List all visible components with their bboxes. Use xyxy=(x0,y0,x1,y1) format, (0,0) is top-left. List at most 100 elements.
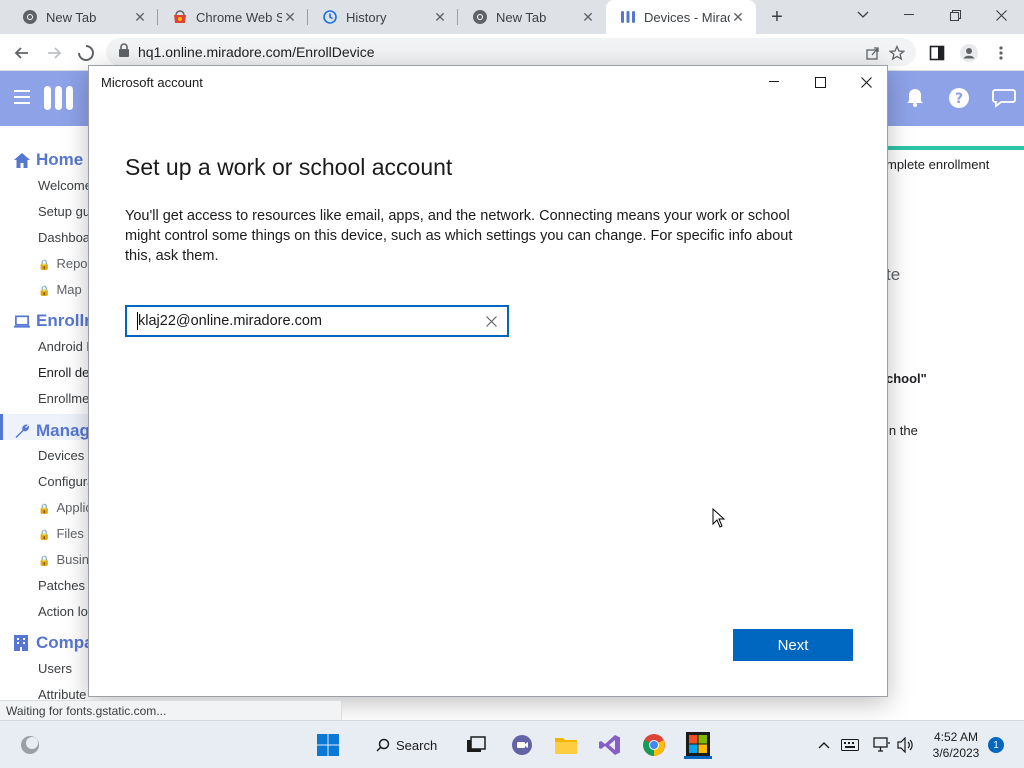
close-icon[interactable] xyxy=(843,66,889,98)
browser-tab[interactable]: Chrome Web St ✕ xyxy=(158,0,308,34)
microsoft-store-icon[interactable] xyxy=(684,731,712,759)
lock-icon[interactable] xyxy=(118,42,130,62)
search-icon xyxy=(376,738,390,752)
clear-text-icon[interactable] xyxy=(483,313,499,329)
email-field[interactable] xyxy=(125,305,509,337)
new-tab-button[interactable]: + xyxy=(764,5,790,29)
browser-tab-strip: New Tab ✕ Chrome Web St ✕ History ✕ New … xyxy=(0,0,1024,34)
sidebar-section-management[interactable]: Manag xyxy=(14,421,90,441)
taskbar-search[interactable]: Search xyxy=(366,731,442,759)
minimize-icon[interactable] xyxy=(751,66,797,98)
loading-spinner-icon[interactable] xyxy=(72,39,100,67)
history-icon xyxy=(322,9,338,25)
minimize-icon[interactable] xyxy=(886,0,932,30)
building-icon xyxy=(14,635,30,651)
microsoft-account-dialog: Microsoft account Set up a work or schoo… xyxy=(88,65,888,697)
kebab-menu-icon[interactable] xyxy=(990,42,1012,64)
share-icon[interactable] xyxy=(862,42,884,64)
chrome-taskbar-icon[interactable] xyxy=(640,731,668,759)
close-icon[interactable]: ✕ xyxy=(432,9,448,25)
email-input[interactable] xyxy=(138,313,468,329)
sidebar-item-welcome[interactable]: Welcome xyxy=(38,178,92,193)
hamburger-menu-icon[interactable] xyxy=(14,90,30,109)
sidebar-section-home[interactable]: Home xyxy=(14,150,83,170)
browser-tab-active[interactable]: Devices - Mirad ✕ xyxy=(606,0,756,34)
dialog-heading: Set up a work or school account xyxy=(125,154,453,180)
sidebar-item-reports[interactable]: Repor xyxy=(38,256,91,271)
close-icon[interactable]: ✕ xyxy=(580,9,596,25)
sidebar-item-users[interactable]: Users xyxy=(38,661,72,676)
clock-date: 3/6/2023 xyxy=(932,746,980,760)
sidebar-item-setup-guide[interactable]: Setup gu xyxy=(38,204,90,219)
teams-chat-icon[interactable] xyxy=(508,731,536,759)
chrome-icon xyxy=(472,9,488,25)
miradore-logo-icon xyxy=(44,86,74,115)
sidebar-item-dashboard[interactable]: Dashboa xyxy=(38,230,90,245)
sidebar-item-android-enterprise[interactable]: Android E xyxy=(38,339,95,354)
restore-icon[interactable] xyxy=(932,0,978,30)
sidebar-item-configuration[interactable]: Configura xyxy=(38,474,94,489)
clock-time: 4:52 AM xyxy=(933,730,979,744)
laptop-icon xyxy=(14,314,30,328)
task-view-icon[interactable] xyxy=(462,731,490,759)
notification-badge[interactable]: 1 xyxy=(988,737,1004,753)
network-icon[interactable] xyxy=(872,735,892,755)
home-icon xyxy=(14,152,30,168)
sidebar-item-applications[interactable]: Applic xyxy=(38,500,91,515)
content-text: in the xyxy=(886,423,918,438)
tab-title: New Tab xyxy=(46,9,97,25)
sidebar-item-business-policies[interactable]: Busin xyxy=(38,552,89,567)
windows-start-icon[interactable] xyxy=(314,731,342,759)
next-button[interactable]: Next xyxy=(733,629,853,661)
content-text: chool" xyxy=(886,371,927,386)
bookmark-star-icon[interactable] xyxy=(886,42,908,64)
sidebar-item-map[interactable]: Map xyxy=(38,282,81,297)
back-arrow-icon[interactable] xyxy=(8,39,36,67)
url-text[interactable]: hq1.online.miradore.com/EnrollDevice xyxy=(138,44,375,60)
sidebar: Home Welcome Setup gu Dashboa Repor Map … xyxy=(0,126,99,704)
volume-icon[interactable] xyxy=(896,735,916,755)
sidebar-item-patches[interactable]: Patches xyxy=(38,578,85,593)
forward-arrow-icon[interactable] xyxy=(40,39,68,67)
sidebar-item-files[interactable]: Files a xyxy=(38,526,94,541)
side-panel-icon[interactable] xyxy=(926,42,948,64)
dialog-title: Microsoft account xyxy=(101,74,203,90)
maximize-icon[interactable] xyxy=(797,66,843,98)
sidebar-item-action-log[interactable]: Action lo xyxy=(38,604,88,619)
weather-icon[interactable] xyxy=(16,731,44,759)
taskbar-clock[interactable]: 4:52 AM 3/6/2023 xyxy=(926,729,986,761)
visual-studio-icon[interactable] xyxy=(596,731,624,759)
profile-avatar-icon[interactable] xyxy=(958,42,980,64)
search-label: Search xyxy=(396,737,438,753)
page-content-fragment: mplete enrollment te chool" in the xyxy=(886,71,1024,704)
browser-tab[interactable]: New Tab ✕ xyxy=(8,0,158,34)
sidebar-item-enrollment-settings[interactable]: Enrollme xyxy=(38,391,89,406)
tab-title: Chrome Web St xyxy=(196,9,282,25)
sidebar-active-indicator xyxy=(0,414,3,440)
windows-taskbar: Search 4:52 AM 3/6/2023 1 xyxy=(0,720,1024,768)
chevron-up-icon[interactable] xyxy=(814,735,834,755)
close-icon[interactable]: ✕ xyxy=(282,9,298,25)
sidebar-section-label: Manag xyxy=(36,421,90,440)
tab-search-icon[interactable] xyxy=(840,0,886,30)
file-explorer-icon[interactable] xyxy=(552,731,580,759)
sidebar-section-enrollment[interactable]: Enrollm xyxy=(14,311,99,331)
sidebar-item-enroll-device[interactable]: Enroll de xyxy=(38,365,89,380)
close-window-icon[interactable] xyxy=(978,0,1024,30)
wrench-icon xyxy=(14,423,30,439)
sidebar-item-devices[interactable]: Devices xyxy=(38,448,84,463)
tab-title: Devices - Mirad xyxy=(644,9,730,25)
address-bar[interactable]: hq1.online.miradore.com/EnrollDevice xyxy=(106,38,916,66)
sidebar-section-label: Home xyxy=(36,150,84,169)
content-text: te xyxy=(886,265,901,284)
dialog-description: You'll get access to resources like emai… xyxy=(125,208,793,264)
chrome-web-store-icon xyxy=(172,9,188,25)
chrome-icon xyxy=(22,9,38,25)
browser-tab[interactable]: New Tab ✕ xyxy=(458,0,606,34)
sidebar-section-company[interactable]: Compa xyxy=(14,633,94,653)
close-icon[interactable]: ✕ xyxy=(132,9,148,25)
keyboard-icon[interactable] xyxy=(840,735,860,755)
close-icon[interactable]: ✕ xyxy=(730,9,746,25)
browser-tab[interactable]: History ✕ xyxy=(308,0,458,34)
sidebar-section-label: Compa xyxy=(36,633,94,652)
